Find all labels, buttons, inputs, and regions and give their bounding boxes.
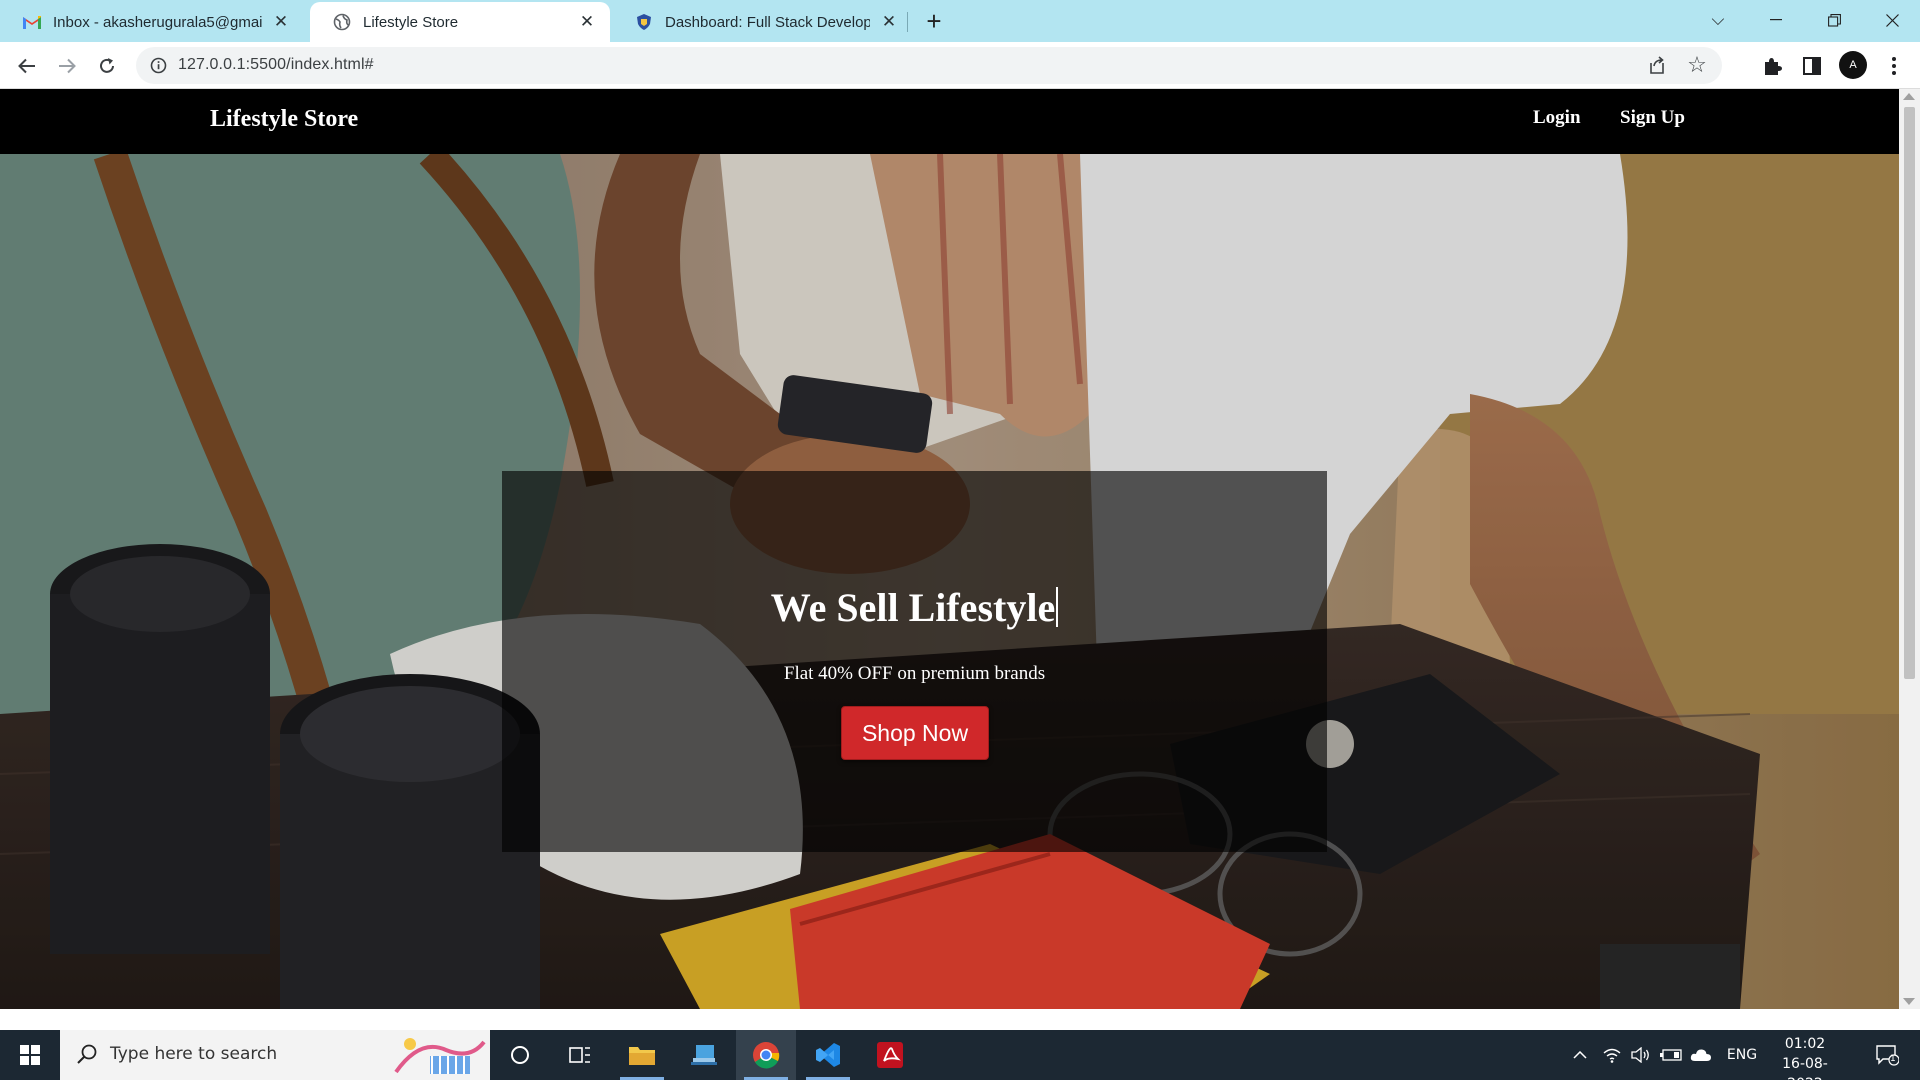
- show-hidden-icons-chevron-icon[interactable]: [1568, 1030, 1592, 1080]
- clock-date: 16-08-2022: [1782, 1056, 1828, 1080]
- scroll-down-arrow-icon[interactable]: [1903, 998, 1915, 1005]
- browser-tab-strip: Inbox - akasherugurala5@gmail.com ✕ Life…: [0, 0, 1920, 42]
- search-icon: [76, 1043, 100, 1067]
- vertical-scrollbar[interactable]: [1899, 89, 1920, 1009]
- tab-search-chevron-icon[interactable]: ⌵: [1690, 0, 1746, 40]
- system-clock[interactable]: 01:02 16-08-2022: [1767, 1034, 1843, 1080]
- login-link[interactable]: Login: [1533, 107, 1581, 129]
- site-info-icon[interactable]: [148, 55, 169, 76]
- input-language-indicator[interactable]: ENG: [1722, 1030, 1762, 1080]
- notification-center-icon[interactable]: 1: [1862, 1030, 1912, 1080]
- tab-separator: [907, 12, 908, 32]
- close-window-button[interactable]: [1864, 0, 1920, 40]
- search-placeholder: Type here to search: [110, 1044, 278, 1064]
- address-bar[interactable]: 127.0.0.1:5500/index.html# ☆: [136, 47, 1722, 84]
- search-highlight-art-icon: [390, 1032, 488, 1078]
- page-bottom-strip: [0, 1009, 1920, 1030]
- tab-gmail-inbox[interactable]: Inbox - akasherugurala5@gmail.com ✕: [0, 2, 304, 42]
- signup-link[interactable]: Sign Up: [1620, 107, 1685, 129]
- task-view-icon[interactable]: [550, 1030, 610, 1080]
- back-button[interactable]: [10, 49, 44, 83]
- share-icon[interactable]: [1646, 54, 1670, 78]
- hero-banner: We Sell Lifestyle Flat 40% OFF on premiu…: [0, 154, 1899, 1009]
- side-panel-icon[interactable]: [1795, 49, 1829, 83]
- close-tab-icon[interactable]: ✕: [270, 11, 292, 33]
- taskbar-search-box[interactable]: Type here to search: [60, 1030, 490, 1080]
- browser-toolbar: 127.0.0.1:5500/index.html# ☆ A: [0, 42, 1920, 89]
- profile-avatar[interactable]: A: [1839, 51, 1867, 79]
- notification-count: 1: [1890, 1054, 1896, 1064]
- hero-subtitle: Flat 40% OFF on premium brands: [783, 663, 1046, 684]
- file-explorer-icon[interactable]: [612, 1030, 672, 1080]
- volume-icon[interactable]: [1628, 1030, 1654, 1080]
- scroll-up-arrow-icon[interactable]: [1903, 93, 1915, 100]
- tab-title: Dashboard: Full Stack Developer: [665, 13, 870, 31]
- cortana-icon[interactable]: [490, 1030, 550, 1080]
- chrome-icon[interactable]: [736, 1030, 796, 1080]
- wifi-icon[interactable]: [1600, 1030, 1624, 1080]
- minimize-button[interactable]: [1748, 0, 1804, 40]
- onedrive-cloud-icon[interactable]: [1688, 1030, 1714, 1080]
- bookmark-star-icon[interactable]: ☆: [1684, 53, 1710, 79]
- tab-lifestyle-store[interactable]: Lifestyle Store ✕: [310, 2, 610, 42]
- windows-start-icon[interactable]: [0, 1030, 60, 1080]
- hero-title: We Sell Lifestyle: [502, 584, 1327, 631]
- brand-logo-link[interactable]: Lifestyle Store: [210, 106, 358, 133]
- page-viewport: Lifestyle Store Login Sign Up We Sell Li…: [0, 89, 1899, 1009]
- scrollbar-thumb[interactable]: [1904, 107, 1915, 679]
- forward-button[interactable]: [50, 49, 84, 83]
- battery-icon[interactable]: [1658, 1030, 1684, 1080]
- dashboard-shield-icon: [634, 12, 654, 32]
- restore-button[interactable]: [1806, 0, 1862, 40]
- tab-title: Inbox - akasherugurala5@gmail.com: [53, 13, 262, 31]
- network-pc-icon[interactable]: [674, 1030, 734, 1080]
- browser-menu-icon[interactable]: [1877, 49, 1911, 83]
- shop-now-button[interactable]: Shop Now: [841, 706, 989, 760]
- tab-title: Lifestyle Store: [363, 13, 459, 31]
- hero-overlay-card: We Sell Lifestyle Flat 40% OFF on premiu…: [502, 471, 1327, 852]
- extensions-puzzle-icon[interactable]: [1755, 49, 1789, 83]
- reload-button[interactable]: [90, 49, 124, 83]
- vscode-icon[interactable]: [798, 1030, 858, 1080]
- clock-time: 01:02: [1784, 1036, 1826, 1052]
- close-tab-icon[interactable]: ✕: [576, 11, 598, 33]
- text-cursor: [1056, 587, 1059, 627]
- acrobat-icon[interactable]: [860, 1030, 920, 1080]
- new-tab-button[interactable]: +: [920, 8, 948, 36]
- globe-icon: [332, 12, 352, 32]
- site-navbar: Lifestyle Store Login Sign Up: [0, 89, 1899, 154]
- url-text: 127.0.0.1:5500/index.html#: [178, 56, 374, 73]
- gmail-icon: [22, 12, 42, 32]
- windows-taskbar: Type here to search ENG 01:02 16-08- 1: [0, 1030, 1920, 1080]
- close-tab-icon[interactable]: ✕: [878, 11, 900, 33]
- tab-dashboard[interactable]: Dashboard: Full Stack Developer ✕: [612, 2, 912, 42]
